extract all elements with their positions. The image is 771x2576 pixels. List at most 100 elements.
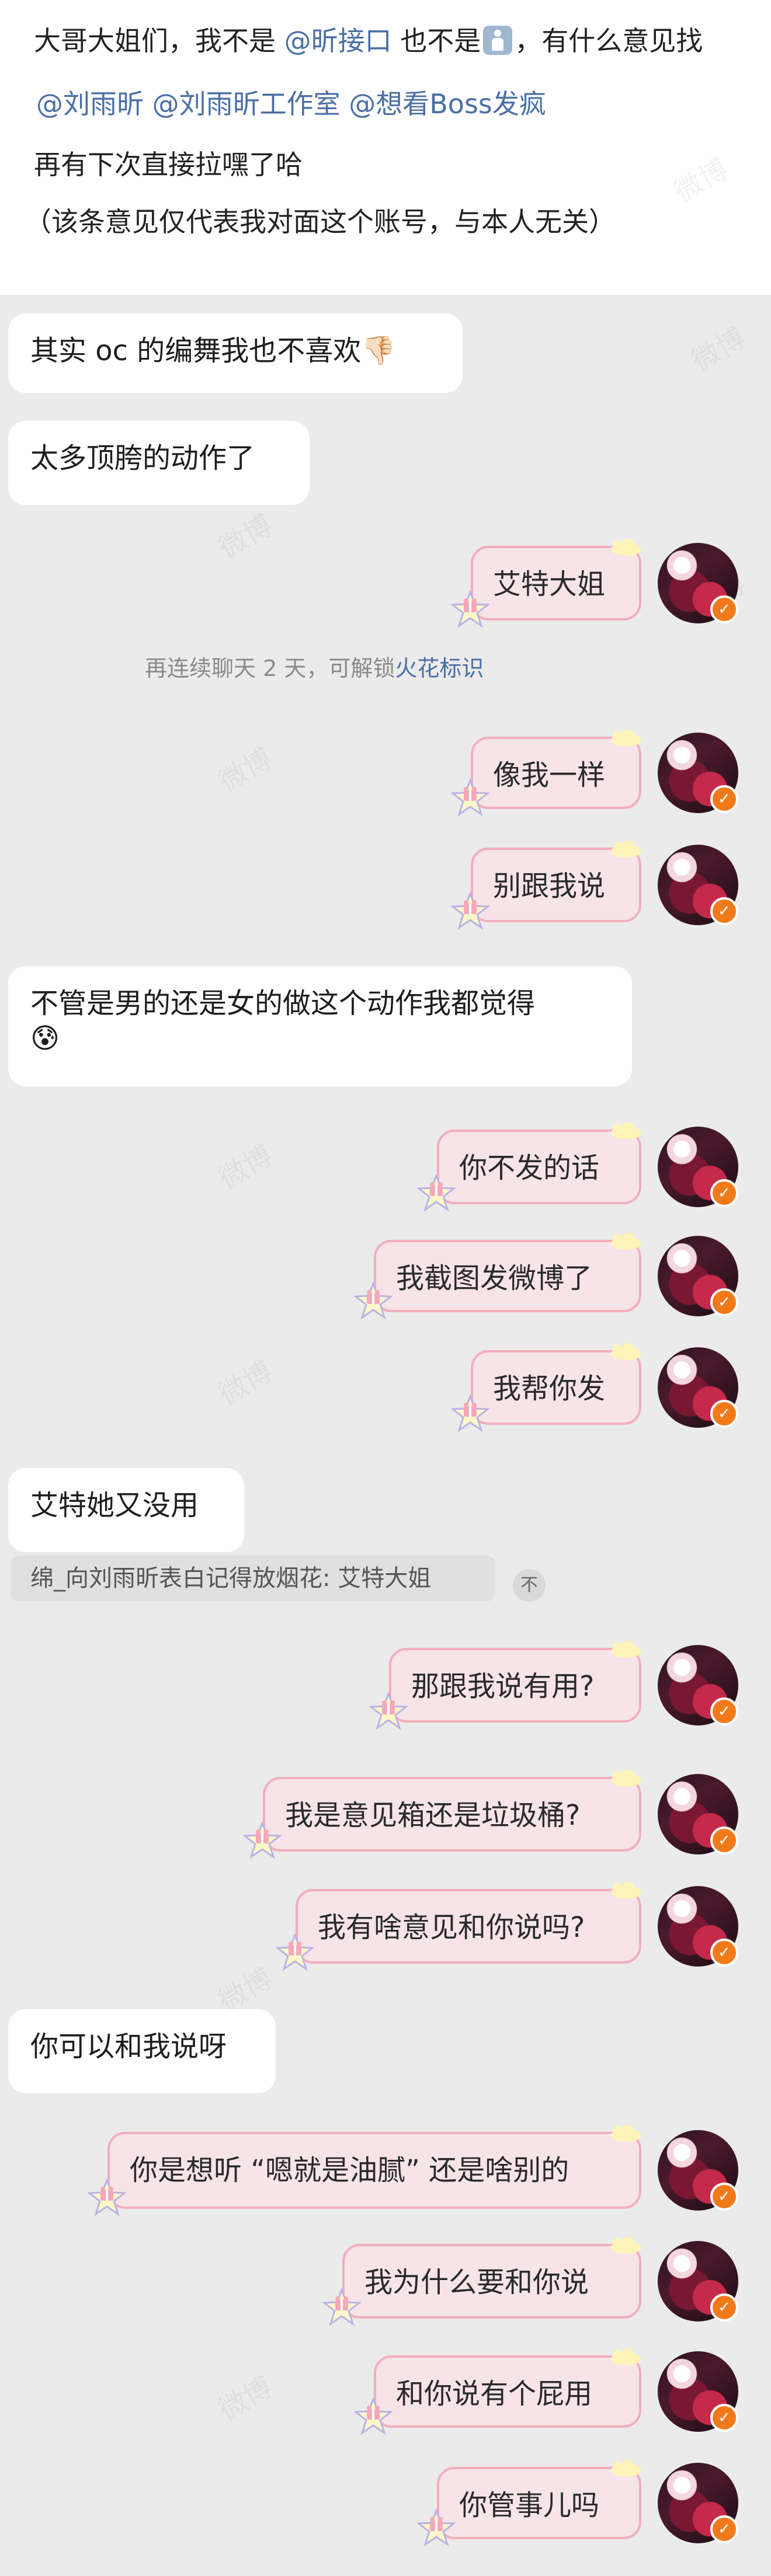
post-text-area: 大哥大姐们，我不是 @昕接口 也不是 ，有什么意见找 @刘雨昕 @刘雨昕工作室 @… — [0, 0, 771, 295]
message-bubble-right[interactable]: 我帮你发 — [471, 1350, 641, 1425]
message-bubble-left[interactable]: 其实 oc 的编舞我也不喜欢👎🏻 — [8, 313, 463, 393]
watermark: 微博 — [213, 508, 279, 565]
message-bubble-right[interactable]: 别跟我说 — [471, 848, 641, 922]
watermark: 微博 — [213, 1139, 279, 1195]
star-gift-icon — [353, 1281, 394, 1320]
verified-badge-icon: ✓ — [710, 1179, 738, 1207]
cloud-deco-icon — [610, 840, 642, 858]
verified-badge-icon: ✓ — [710, 2183, 738, 2211]
watermark: 微博 — [213, 1355, 279, 1411]
avatar[interactable]: ✓ — [658, 845, 738, 925]
message-text: 我是意见箱还是垃圾桶? — [285, 1799, 581, 1832]
message-text: 我为什么要和你说 — [364, 2266, 589, 2299]
star-gift-icon — [368, 1691, 409, 1731]
message-bubble-right[interactable]: 艾特大姐 — [471, 546, 641, 621]
message-bubble-right[interactable]: 像我一样 — [471, 737, 641, 809]
post-line-3: 再有下次直接拉嘿了哈 — [34, 149, 303, 180]
message-text: 太多顶胯的动作了 — [30, 442, 255, 475]
spark-notice: 再连续聊天 2 天，可解锁火花标识 — [145, 654, 484, 683]
cloud-deco-icon — [610, 2348, 642, 2366]
message-bubble-right[interactable]: 我截图发微博了 — [374, 1240, 641, 1312]
message-bubble-left[interactable]: 太多顶胯的动作了 — [8, 421, 310, 505]
message-text: 你管事儿吗 — [459, 2489, 600, 2522]
star-gift-icon — [242, 1820, 283, 1860]
notice-text: 再连续聊天 2 天，可解锁 — [145, 656, 395, 681]
cloud-deco-icon — [610, 2124, 642, 2142]
star-gift-icon — [275, 1932, 315, 1972]
verified-badge-icon: ✓ — [710, 897, 738, 925]
avatar[interactable]: ✓ — [658, 733, 738, 813]
star-gift-icon — [450, 1393, 491, 1433]
quote-dismiss-button[interactable]: 不 — [513, 1569, 546, 1602]
mention-link[interactable]: @昕接口 — [284, 25, 392, 57]
star-gift-icon — [450, 891, 491, 930]
avatar[interactable]: ✓ — [658, 1886, 738, 1967]
thumbs-down-icon: 👎🏻 — [361, 334, 397, 367]
message-bubble-right[interactable]: 我有啥意见和你说吗? — [296, 1889, 641, 1964]
message-bubble-left[interactable]: 你可以和我说呀 — [8, 2009, 276, 2093]
cloud-deco-icon — [610, 1769, 642, 1787]
mention-link[interactable]: @刘雨昕 — [36, 88, 144, 120]
person-standing-icon — [483, 26, 513, 55]
message-bubble-right[interactable]: 你不发的话 — [437, 1130, 641, 1204]
avatar[interactable]: ✓ — [658, 1347, 738, 1428]
spark-badge-link[interactable]: 火花标识 — [395, 656, 484, 681]
star-gift-icon — [450, 778, 491, 817]
post-line-2: @刘雨昕 @刘雨昕工作室 @想看Boss发疯 — [36, 86, 546, 121]
star-gift-icon — [416, 2508, 457, 2547]
verified-badge-icon: ✓ — [710, 1939, 738, 1967]
post-line-1: 大哥大姐们，我不是 @昕接口 也不是 ，有什么意见找 — [34, 23, 703, 58]
message-text: 我帮你发 — [493, 1372, 606, 1405]
avatar[interactable]: ✓ — [658, 1127, 738, 1207]
avatar[interactable]: ✓ — [658, 2351, 738, 2432]
message-bubble-right[interactable]: 你管事儿吗 — [437, 2467, 641, 2539]
message-bubble-right[interactable]: 那跟我说有用? — [389, 1648, 641, 1723]
avatar[interactable]: ✓ — [658, 543, 738, 623]
avatar[interactable]: ✓ — [658, 1645, 738, 1726]
cloud-deco-icon — [610, 1640, 642, 1658]
message-text: 像我一样 — [493, 759, 606, 792]
message-bubble-right[interactable]: 我是意见箱还是垃圾桶? — [263, 1777, 641, 1852]
verified-badge-icon: ✓ — [710, 1697, 738, 1726]
message-text: 和你说有个屁用 — [396, 2378, 593, 2410]
verified-badge-icon: ✓ — [710, 1288, 738, 1316]
cloud-deco-icon — [610, 1232, 642, 1250]
anxious-face-icon: 😰 — [30, 1022, 60, 1055]
verified-badge-icon: ✓ — [710, 1826, 738, 1855]
post-text: ，有什么意见找 — [515, 25, 703, 57]
verified-badge-icon: ✓ — [710, 2404, 738, 2432]
mention-link[interactable]: @想看Boss发疯 — [349, 88, 546, 120]
watermark: 微博 — [686, 322, 752, 378]
avatar[interactable]: ✓ — [658, 2241, 738, 2321]
star-gift-icon — [321, 2287, 362, 2327]
avatar[interactable]: ✓ — [658, 2130, 738, 2211]
cloud-deco-icon — [610, 729, 642, 747]
message-text: 不管是男的还是女的做这个动作我都觉得 — [30, 987, 536, 1020]
message-text: 我有啥意见和你说吗? — [318, 1911, 585, 1944]
avatar[interactable]: ✓ — [658, 2463, 738, 2543]
verified-badge-icon: ✓ — [710, 2293, 738, 2321]
message-bubble-left[interactable]: 艾特她又没用 — [8, 1468, 244, 1552]
message-bubble-right[interactable]: 你是想听 “嗯就是油腻” 还是啥别的 — [107, 2132, 641, 2209]
message-text: 那跟我说有用? — [411, 1670, 595, 1703]
star-gift-icon — [353, 2396, 394, 2436]
avatar[interactable]: ✓ — [658, 1774, 738, 1855]
message-text: 我截图发微博了 — [396, 1262, 593, 1295]
avatar[interactable]: ✓ — [658, 1236, 738, 1316]
message-text: 艾特她又没用 — [30, 1489, 199, 1522]
message-text: 别跟我说 — [493, 870, 606, 902]
cloud-deco-icon — [610, 2236, 642, 2254]
mention-link[interactable]: @刘雨昕工作室 — [152, 88, 341, 120]
quoted-reply[interactable]: 绵_向刘雨昕表白记得放烟花: 艾特大姐 — [11, 1556, 495, 1601]
cloud-deco-icon — [610, 1881, 642, 1899]
message-bubble-right[interactable]: 和你说有个屁用 — [374, 2355, 641, 2428]
message-text: 艾特大姐 — [493, 568, 606, 601]
message-bubble-right[interactable]: 我为什么要和你说 — [342, 2244, 641, 2319]
cloud-deco-icon — [610, 1122, 642, 1140]
message-text: 你不发的话 — [459, 1152, 600, 1184]
message-bubble-left[interactable]: 不管是男的还是女的做这个动作我都觉得 😰 — [8, 966, 632, 1086]
post-text: 大哥大姐们，我不是 — [34, 25, 284, 57]
verified-badge-icon: ✓ — [710, 1400, 738, 1428]
post-line-4: （该条意见仅代表我对面这个账号，与本人无关） — [25, 206, 616, 238]
star-gift-icon — [86, 2177, 127, 2217]
